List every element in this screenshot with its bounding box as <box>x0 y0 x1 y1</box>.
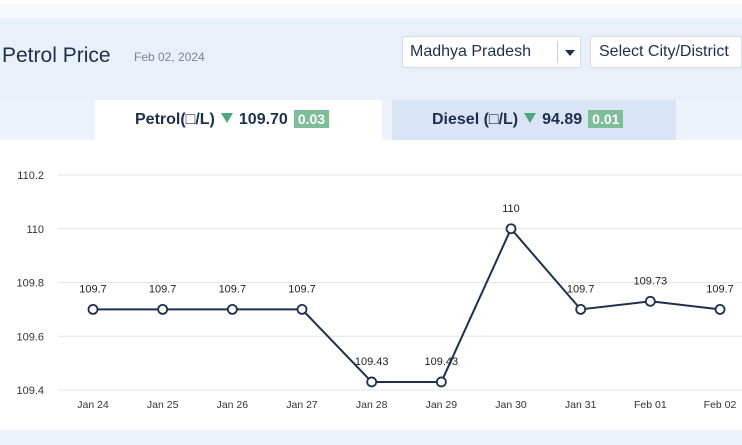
data-point[interactable] <box>366 376 378 388</box>
data-label: 109.43 <box>425 356 459 368</box>
data-label: 109.43 <box>355 356 389 368</box>
x-tick-label: Jan 24 <box>77 399 109 411</box>
y-tick-label: 109.4 <box>16 385 44 397</box>
data-point[interactable] <box>644 295 656 307</box>
x-tick-label: Jan 28 <box>356 399 388 411</box>
data-point[interactable] <box>714 303 726 315</box>
x-tick-label: Jan 27 <box>286 399 318 411</box>
y-tick-label: 109.8 <box>16 278 44 290</box>
data-label: 110 <box>502 203 520 215</box>
data-label: 109.7 <box>706 283 734 295</box>
x-tick-label: Feb 01 <box>634 399 667 411</box>
data-point[interactable] <box>296 303 308 315</box>
price-line-chart: 109.4 109.6 109.8 110 110.2 Jan 24 Jan 25 Jan 2… <box>16 170 742 411</box>
data-label: 109.7 <box>219 283 247 295</box>
x-tick-label: Jan 25 <box>147 399 179 411</box>
data-point[interactable] <box>87 303 99 315</box>
data-point[interactable] <box>505 223 517 235</box>
data-point[interactable] <box>226 303 238 315</box>
y-tick-label: 109.6 <box>16 331 44 343</box>
x-tick-label: Jan 31 <box>565 399 597 411</box>
data-label: 109.7 <box>79 283 107 295</box>
data-point[interactable] <box>435 376 447 388</box>
x-tick-label: Jan 30 <box>495 399 527 411</box>
data-label: 109.7 <box>567 283 595 295</box>
data-label: 109.7 <box>149 283 177 295</box>
data-label: 109.73 <box>634 275 668 287</box>
x-tick-label: Feb 02 <box>704 399 737 411</box>
y-tick-label: 110 <box>26 224 44 236</box>
data-point[interactable] <box>157 303 169 315</box>
data-label: 109.7 <box>288 283 316 295</box>
x-tick-label: Jan 26 <box>217 399 249 411</box>
x-tick-label: Jan 29 <box>426 399 458 411</box>
y-tick-label: 110.2 <box>17 170 44 182</box>
data-point[interactable] <box>575 303 587 315</box>
series-line <box>93 226 721 383</box>
